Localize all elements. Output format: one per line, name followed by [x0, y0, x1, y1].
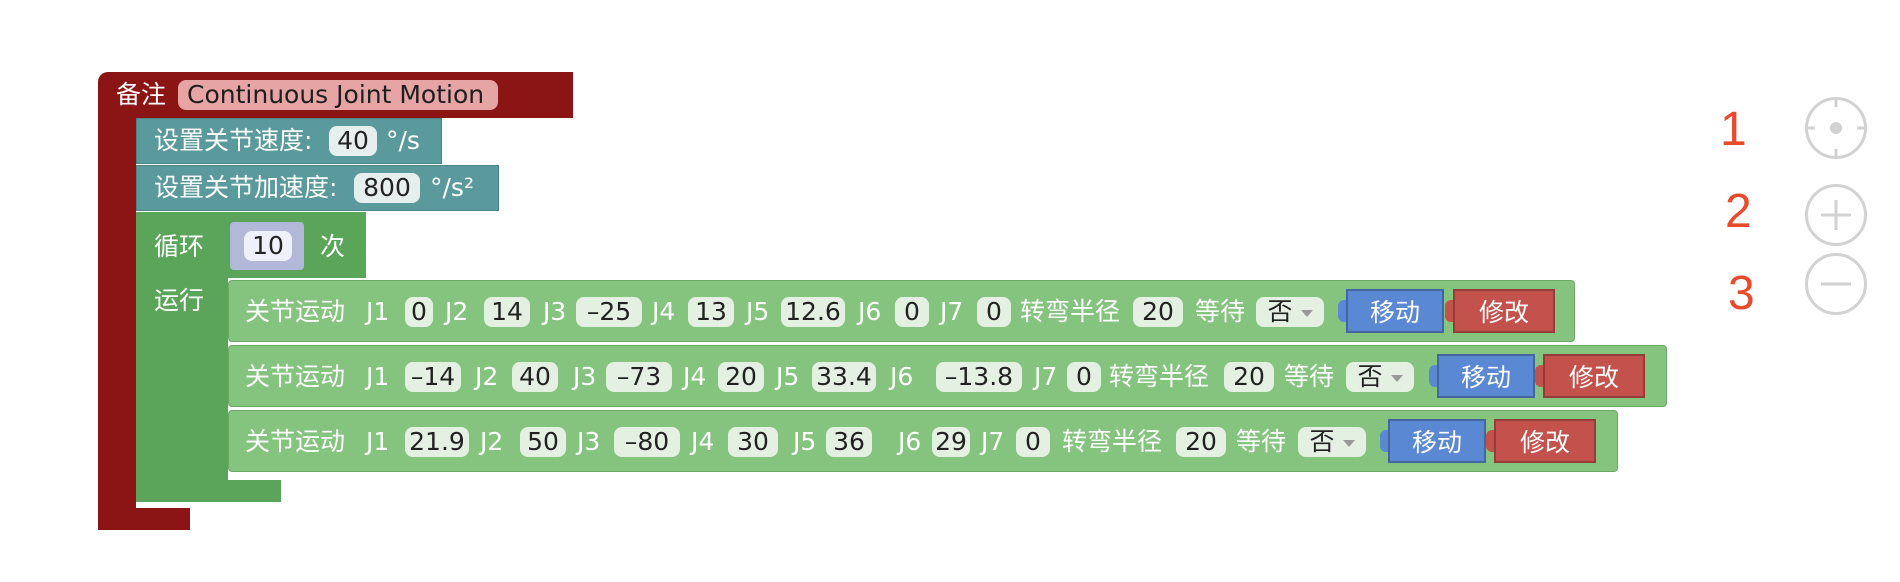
annotation-3: 3 — [1728, 267, 1755, 320]
joint-j6-input[interactable]: 0 — [895, 297, 929, 327]
turn-radius-input[interactable]: 20 — [1133, 297, 1183, 327]
joint-j2-input[interactable]: 50 — [520, 427, 566, 457]
comment-block-spine — [98, 118, 136, 530]
annotation-1: 1 — [1720, 103, 1747, 156]
turn-radius-input[interactable]: 20 — [1176, 427, 1226, 457]
modify-button[interactable]: 修改 — [1543, 354, 1645, 398]
joint-motion-label: 关节运动 — [245, 427, 346, 456]
wait-dropdown-value: 否 — [1267, 297, 1293, 326]
joint-j5-input[interactable]: 33.4 — [812, 362, 876, 392]
joint-j3-label: J3 — [543, 297, 567, 326]
joint-j2-label: J2 — [475, 362, 499, 391]
wait-dropdown-value: 否 — [1357, 362, 1383, 391]
joint-j5-label: J5 — [793, 427, 817, 456]
plus-icon — [1821, 200, 1851, 230]
joint-j3-label: J3 — [577, 427, 601, 456]
joint-accel-input[interactable]: 800 — [354, 173, 420, 203]
joint-j6-input[interactable]: 29 — [932, 427, 970, 457]
joint-j1-input[interactable]: 0 — [405, 297, 433, 327]
joint-j7-label: J7 — [940, 297, 964, 326]
wait-label: 等待 — [1284, 362, 1335, 391]
joint-j3-input[interactable]: –80 — [614, 427, 680, 457]
joint-j1-input[interactable]: 21.9 — [405, 427, 469, 457]
comment-block-footer — [98, 508, 190, 530]
joint-accel-unit: °/s² — [430, 173, 474, 202]
joint-j1-label: J1 — [366, 297, 390, 326]
loop-label: 循环 — [154, 232, 205, 261]
joint-motion-label: 关节运动 — [245, 362, 346, 391]
wait-dropdown-value: 否 — [1309, 427, 1335, 456]
joint-j6-input[interactable]: –13.8 — [936, 362, 1022, 392]
turn-radius-label: 转弯半径 — [1062, 427, 1163, 456]
annotation-2: 2 — [1725, 185, 1752, 238]
turn-radius-input[interactable]: 20 — [1224, 362, 1274, 392]
set-joint-speed-label: 设置关节速度: — [154, 126, 313, 155]
joint-j3-input[interactable]: –73 — [606, 362, 672, 392]
loop-count-input[interactable]: 10 — [244, 231, 292, 261]
loop-suffix: 次 — [320, 232, 346, 261]
comment-label: 备注 — [116, 80, 167, 109]
wait-dropdown[interactable]: 否 — [1298, 427, 1366, 457]
joint-j1-label: J1 — [366, 427, 390, 456]
turn-radius-label: 转弯半径 — [1109, 362, 1210, 391]
joint-j3-input[interactable]: –25 — [576, 297, 642, 327]
joint-j7-input[interactable]: 0 — [1016, 427, 1050, 457]
modify-button[interactable]: 修改 — [1494, 419, 1596, 463]
joint-j3-label: J3 — [573, 362, 597, 391]
wait-dropdown[interactable]: 否 — [1346, 362, 1414, 392]
wait-dropdown[interactable]: 否 — [1256, 297, 1324, 327]
joint-j7-label: J7 — [1034, 362, 1058, 391]
move-button[interactable]: 移动 — [1388, 419, 1486, 463]
wait-label: 等待 — [1236, 427, 1287, 456]
joint-j2-label: J2 — [445, 297, 469, 326]
joint-j5-input[interactable]: 36 — [826, 427, 872, 457]
joint-j2-input[interactable]: 14 — [484, 297, 530, 327]
joint-j1-label: J1 — [366, 362, 390, 391]
joint-j2-input[interactable]: 40 — [512, 362, 558, 392]
set-joint-accel-label: 设置关节加速度: — [154, 173, 338, 202]
joint-j7-input[interactable]: 0 — [1067, 362, 1101, 392]
chevron-down-icon — [1390, 374, 1403, 382]
crosshair-icon — [1805, 97, 1867, 159]
move-button[interactable]: 移动 — [1346, 289, 1444, 333]
joint-j4-input[interactable]: 20 — [718, 362, 764, 392]
joint-j4-label: J4 — [683, 362, 707, 391]
joint-motion-label: 关节运动 — [245, 297, 346, 326]
joint-j6-label: J6 — [890, 362, 914, 391]
joint-j1-input[interactable]: –14 — [405, 362, 461, 392]
zoom-out-button[interactable] — [1805, 253, 1867, 315]
turn-radius-label: 转弯半径 — [1020, 297, 1121, 326]
comment-text-field[interactable]: Continuous Joint Motion — [178, 80, 498, 110]
joint-speed-input[interactable]: 40 — [329, 126, 377, 156]
recenter-button[interactable] — [1805, 97, 1867, 159]
joint-j5-label: J5 — [746, 297, 770, 326]
move-button[interactable]: 移动 — [1437, 354, 1535, 398]
joint-j4-label: J4 — [652, 297, 676, 326]
modify-button[interactable]: 修改 — [1453, 289, 1555, 333]
chevron-down-icon — [1342, 439, 1355, 447]
joint-j5-input[interactable]: 12.6 — [781, 297, 845, 327]
joint-j7-input[interactable]: 0 — [977, 297, 1011, 327]
minus-icon — [1821, 282, 1851, 286]
joint-j4-input[interactable]: 30 — [728, 427, 778, 457]
joint-j5-label: J5 — [776, 362, 800, 391]
wait-label: 等待 — [1195, 297, 1246, 326]
joint-j4-label: J4 — [691, 427, 715, 456]
chevron-down-icon — [1300, 309, 1313, 317]
zoom-in-button[interactable] — [1805, 184, 1867, 246]
joint-j2-label: J2 — [480, 427, 504, 456]
joint-j7-label: J7 — [981, 427, 1005, 456]
joint-j4-input[interactable]: 13 — [688, 297, 734, 327]
loop-run-label: 运行 — [154, 286, 205, 315]
joint-speed-unit: °/s — [386, 126, 420, 155]
joint-j6-label: J6 — [858, 297, 882, 326]
loop-block-footer — [136, 480, 281, 502]
joint-j6-label: J6 — [898, 427, 922, 456]
